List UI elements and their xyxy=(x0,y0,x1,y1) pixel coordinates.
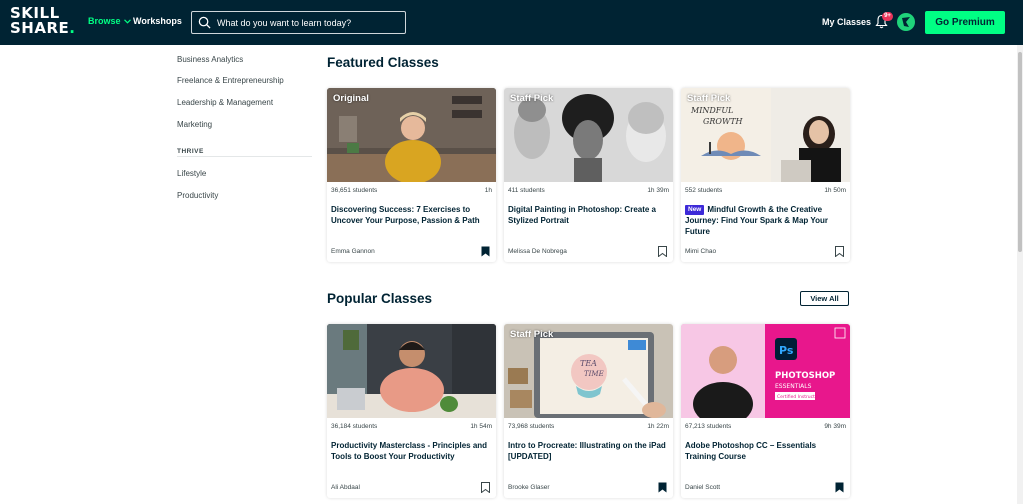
thumb-text-essentials: ESSENTIALS xyxy=(775,383,812,390)
search-bar[interactable] xyxy=(191,11,406,34)
sidebar-item-marketing[interactable]: Marketing xyxy=(177,120,212,129)
new-badge: New xyxy=(685,205,705,215)
class-title-text: Mindful Growth & the Creative Journey: F… xyxy=(685,205,828,236)
browse-label: Browse xyxy=(88,16,121,26)
avatar-icon xyxy=(902,17,910,27)
student-count: 36,651 students xyxy=(331,187,378,194)
thumb-text-certified: Certified Instructor xyxy=(777,394,820,400)
thumb-text-tea: TEA xyxy=(580,359,597,368)
bookmark-filled-icon[interactable] xyxy=(481,246,490,257)
sidebar-item-freelance[interactable]: Freelance & Entrepreneurship xyxy=(177,76,284,85)
bookmark-filled-icon[interactable] xyxy=(658,482,667,493)
class-thumbnail[interactable]: Staff Pick xyxy=(504,88,673,182)
student-count: 67,213 students xyxy=(685,423,732,430)
photoshop-logo-text: Ps xyxy=(779,344,794,357)
go-premium-button[interactable]: Go Premium xyxy=(925,11,1005,34)
class-card[interactable]: 36,184 students 1h 54m Productivity Mast… xyxy=(327,324,496,498)
bookmark-outline-icon[interactable] xyxy=(481,482,490,493)
class-card[interactable]: Original 36,651 students 1h Discovering … xyxy=(327,88,496,262)
class-title[interactable]: Digital Painting in Photoshop: Create a … xyxy=(508,204,670,226)
popular-classes-title: Popular Classes xyxy=(327,291,433,306)
bookmark-outline-icon[interactable] xyxy=(835,246,844,257)
class-thumbnail[interactable] xyxy=(327,324,496,418)
user-avatar[interactable] xyxy=(897,13,915,31)
sidebar-divider xyxy=(177,156,312,157)
student-count: 552 students xyxy=(685,187,723,194)
class-label: Original xyxy=(333,93,369,104)
class-author[interactable]: Daniel Scott xyxy=(685,484,720,491)
class-duration: 1h 39m xyxy=(647,187,669,194)
thumb-text-growth: GROWTH xyxy=(703,117,744,126)
search-icon xyxy=(198,16,211,29)
skillshare-logo[interactable]: SKILL SHARE. xyxy=(10,6,76,40)
class-duration: 1h 54m xyxy=(470,423,492,430)
class-thumbnail[interactable]: TEA TIME Staff Pick xyxy=(504,324,673,418)
class-thumbnail[interactable]: MINDFUL GROWTH Staff Pick xyxy=(681,88,850,182)
my-classes-link[interactable]: My Classes xyxy=(822,17,871,27)
class-author[interactable]: Melissa De Nobrega xyxy=(508,248,567,255)
class-title[interactable]: New Mindful Growth & the Creative Journey… xyxy=(685,204,847,237)
bookmark-filled-icon[interactable] xyxy=(835,482,844,493)
sidebar-item-lifestyle[interactable]: Lifestyle xyxy=(177,169,206,178)
notification-badge: 9+ xyxy=(882,12,893,21)
class-author[interactable]: Emma Gannon xyxy=(331,248,375,255)
view-all-button[interactable]: View All xyxy=(800,291,849,306)
student-count: 411 students xyxy=(508,187,545,194)
workshops-link[interactable]: Workshops xyxy=(133,16,182,26)
scrollbar-thumb[interactable] xyxy=(1018,52,1022,252)
class-duration: 1h 50m xyxy=(824,187,846,194)
class-label: Staff Pick xyxy=(510,329,554,340)
class-card[interactable]: TEA TIME Staff Pick 73,968 students 1h 2… xyxy=(504,324,673,498)
thumb-text-mindful: MINDFUL xyxy=(690,106,733,115)
bookmark-outline-icon[interactable] xyxy=(658,246,667,257)
class-card[interactable]: Staff Pick 411 students 1h 39m Digital P… xyxy=(504,88,673,262)
sidebar-item-productivity[interactable]: Productivity xyxy=(177,191,218,200)
logo-line-2: SHARE. xyxy=(10,19,76,37)
sidebar-item-leadership[interactable]: Leadership & Management xyxy=(177,98,273,107)
class-author[interactable]: Ali Abdaal xyxy=(331,484,360,491)
class-title[interactable]: Productivity Masterclass - Principles an… xyxy=(331,440,493,462)
class-duration: 1h 22m xyxy=(647,423,669,430)
sidebar-item-business-analytics[interactable]: Business Analytics xyxy=(177,55,243,64)
top-navigation-bar: SKILL SHARE. Browse Workshops My Classes… xyxy=(0,0,1023,45)
class-title[interactable]: Discovering Success: 7 Exercises to Unco… xyxy=(331,204,493,226)
class-duration: 9h 39m xyxy=(824,423,846,430)
class-author[interactable]: Brooke Glaser xyxy=(508,484,550,491)
sidebar-heading-thrive: THRIVE xyxy=(177,148,204,155)
class-thumbnail[interactable]: Original xyxy=(327,88,496,182)
thumbnail-image: Ps PHOTOSHOP ESSENTIALS Certified Instru… xyxy=(681,324,850,418)
student-count: 73,968 students xyxy=(508,423,555,430)
class-label: Staff Pick xyxy=(510,93,554,104)
featured-classes-title: Featured Classes xyxy=(327,55,439,70)
class-author[interactable]: Mimi Chao xyxy=(685,248,716,255)
chevron-down-icon xyxy=(123,18,131,24)
class-title[interactable]: Adobe Photoshop CC – Essentials Training… xyxy=(685,440,847,462)
student-count: 36,184 students xyxy=(331,423,378,430)
class-duration: 1h xyxy=(484,187,492,194)
class-card[interactable]: MINDFUL GROWTH Staff Pick 552 students 1… xyxy=(681,88,850,262)
class-title[interactable]: Intro to Procreate: Illustrating on the … xyxy=(508,440,670,462)
thumbnail-image xyxy=(327,324,496,418)
class-thumbnail[interactable]: Ps PHOTOSHOP ESSENTIALS Certified Instru… xyxy=(681,324,850,418)
thumb-text-photoshop: PHOTOSHOP xyxy=(775,371,835,381)
thumb-text-time: TIME xyxy=(584,370,604,378)
search-input[interactable] xyxy=(217,17,397,28)
browse-menu[interactable]: Browse xyxy=(88,16,131,26)
class-label: Staff Pick xyxy=(687,93,731,104)
class-card[interactable]: Ps PHOTOSHOP ESSENTIALS Certified Instru… xyxy=(681,324,850,498)
